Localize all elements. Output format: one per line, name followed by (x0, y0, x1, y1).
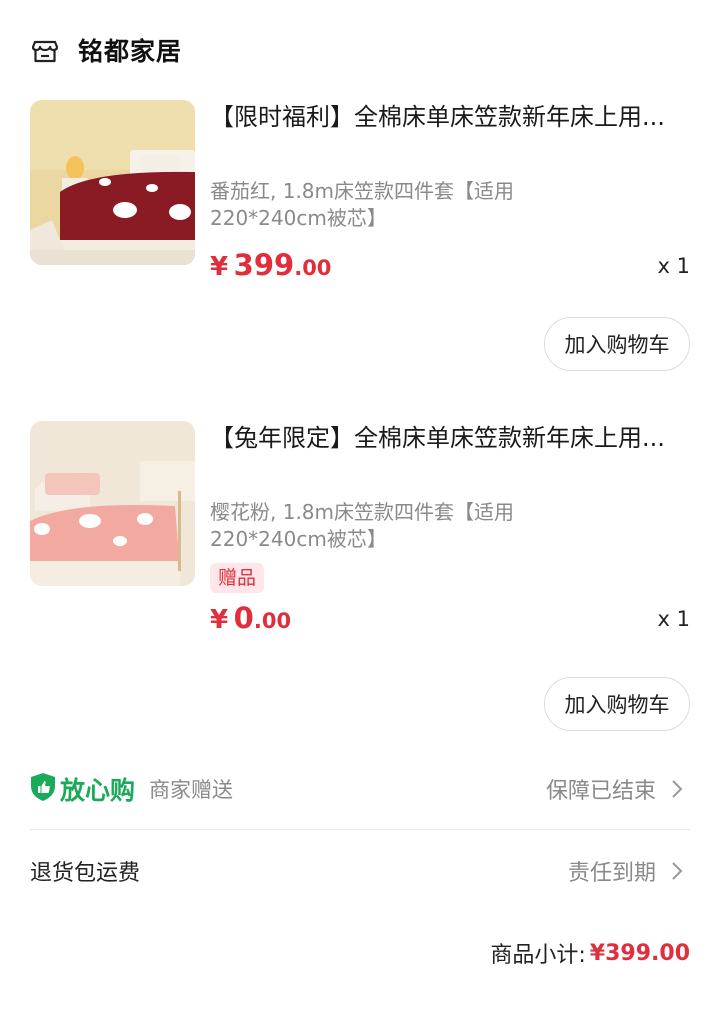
guarantee-status[interactable]: 保障已结束 (546, 773, 690, 805)
return-shipping-status[interactable]: 责任到期 (568, 855, 690, 887)
guarantee-brand: 放心购 (60, 776, 136, 805)
product-quantity: x 1 (657, 254, 690, 278)
price-row: ¥ 399.00 x 1 (210, 248, 690, 288)
product-price: ¥ 399.00 (210, 248, 332, 282)
product-quantity: x 1 (657, 607, 690, 631)
product-info: 【限时福利】全棉床单床笠款新年床上用... 番茄红, 1.8m床笠款四件套【适用… (210, 100, 690, 288)
subtotal-value: ¥399.00 (589, 940, 690, 966)
product-spec: 番茄红, 1.8m床笠款四件套【适用220*240cm被芯】 (210, 179, 515, 230)
guarantee-row[interactable]: 放心购 商家赠送 保障已结束 (30, 768, 690, 810)
return-shipping-label: 退货包运费 (30, 861, 141, 886)
subtotal: 商品小计: ¥399.00 (490, 933, 690, 973)
divider (30, 829, 690, 830)
price-row: ¥ 0.00 x 1 (210, 601, 690, 641)
subtotal-label: 商品小计: (490, 943, 586, 968)
store-icon (30, 35, 60, 65)
guarantee-status-text: 保障已结束 (545, 779, 656, 804)
gift-badge: 赠品 (210, 563, 265, 593)
product-thumbnail[interactable] (30, 421, 195, 586)
chevron-right-icon (672, 780, 683, 798)
product-title[interactable]: 【限时福利】全棉床单床笠款新年床上用... (210, 100, 670, 180)
shop-name[interactable]: 铭都家居 (78, 32, 182, 68)
guarantee-note: 商家赠送 (149, 778, 234, 802)
chevron-right-icon (672, 862, 683, 880)
shop-header[interactable]: 铭都家居 (30, 30, 182, 70)
add-to-cart-button[interactable]: 加入购物车 (544, 317, 690, 371)
product-info: 【兔年限定】全棉床单床笠款新年床上用... 樱花粉, 1.8m床笠款四件套【适用… (210, 421, 690, 641)
add-to-cart-button[interactable]: 加入购物车 (544, 677, 690, 731)
return-shipping-status-text: 责任到期 (567, 861, 656, 886)
product-title[interactable]: 【兔年限定】全棉床单床笠款新年床上用... (210, 421, 670, 501)
return-shipping-row[interactable]: 退货包运费 责任到期 (30, 850, 690, 892)
product-spec: 樱花粉, 1.8m床笠款四件套【适用220*240cm被芯】 (210, 500, 515, 551)
product-thumbnail[interactable] (30, 100, 195, 265)
shield-check-icon (30, 772, 60, 806)
product-price: ¥ 0.00 (210, 601, 292, 635)
